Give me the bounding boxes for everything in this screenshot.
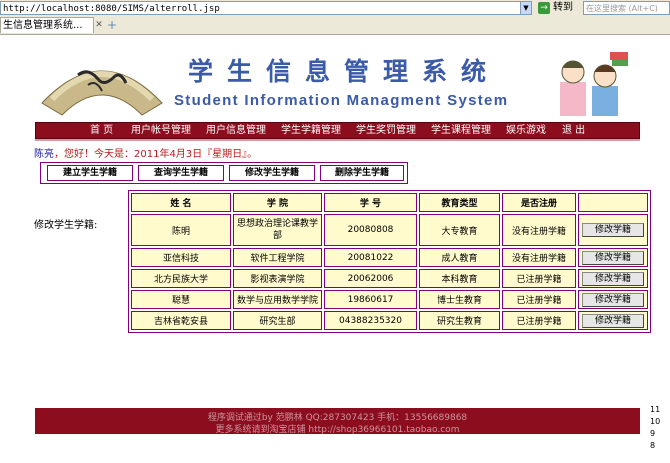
go-label: 转到	[553, 2, 573, 13]
greeting-text: ，您好！今天是：2011年4月3日『星期日』。	[54, 149, 258, 160]
tab-close-icon[interactable]: ✕	[94, 20, 104, 30]
title-chinese: 学生信息管理系统	[188, 57, 501, 86]
fan-logo-icon	[41, 70, 163, 116]
edit-roll-button[interactable]: 修改学籍	[582, 313, 644, 328]
header-registered: 是否注册	[502, 193, 576, 212]
nav-student-roll[interactable]: 学生学籍管理	[281, 123, 341, 139]
table-row: 聪慧 数学与应用数学学院 19860617 博士生教育 已注册学籍 修改学籍	[131, 290, 648, 309]
cell-name: 亚信科技	[131, 248, 231, 267]
create-roll-button[interactable]: 建立学生学籍	[47, 165, 133, 181]
scale-marks: 11 10 9 8	[650, 404, 668, 452]
table-header-row: 姓 名 学 院 学 号 教育类型 是否注册	[131, 193, 648, 212]
scale-mark: 10	[650, 417, 661, 426]
cell-edu: 成人教育	[419, 248, 500, 267]
nav-logout[interactable]: 退 出	[562, 123, 585, 139]
nav-divider	[35, 139, 640, 141]
scale-mark: 11	[650, 405, 661, 414]
table-row: 亚信科技 软件工程学院 20081022 成人教育 没有注册学籍 修改学籍	[131, 248, 648, 267]
footer: 程序调试通过by 范鹏林 QQ:287307423 手机：13556689868…	[35, 408, 640, 435]
cell-registered: 已注册学籍	[502, 269, 576, 288]
new-tab-icon[interactable]: +	[106, 19, 118, 31]
cell-registered: 没有注册学籍	[502, 248, 576, 267]
greeting: 陈亮，您好！今天是：2011年4月3日『星期日』。	[34, 145, 257, 160]
delete-roll-button[interactable]: 删除学生学籍	[320, 165, 404, 181]
cell-edu: 大专教育	[419, 214, 500, 246]
go-button[interactable]: → 转到	[538, 0, 580, 16]
header-name: 姓 名	[131, 193, 231, 212]
nav-user-info[interactable]: 用户信息管理	[206, 123, 266, 139]
cell-id: 20080808	[324, 214, 417, 246]
cell-name: 北方民族大学	[131, 269, 231, 288]
address-bar[interactable]: http://localhost:8080/SIMS/alterroll.jsp	[0, 1, 527, 15]
edit-roll-button[interactable]: 修改学籍	[582, 223, 644, 237]
header-id: 学 号	[324, 193, 417, 212]
header-college: 学 院	[233, 193, 322, 212]
scale-mark: 9	[650, 429, 656, 438]
action-bar: 建立学生学籍 查询学生学籍 修改学生学籍 删除学生学籍	[40, 162, 408, 184]
greeting-user: 陈亮	[34, 149, 54, 160]
cell-name: 聪慧	[131, 290, 231, 309]
cell-id: 19860617	[324, 290, 417, 309]
cell-college: 思想政治理论课教学部	[233, 214, 322, 246]
section-label: 修改学生学籍:	[34, 220, 98, 231]
nav-student-reward[interactable]: 学生奖罚管理	[356, 123, 416, 139]
scale-mark: 8	[650, 441, 656, 450]
cell-college: 数学与应用数学学院	[233, 290, 322, 309]
cell-edu: 研究生教育	[419, 311, 500, 330]
title-english: Student Information Managment System	[174, 92, 509, 109]
students-illustration-icon	[560, 52, 628, 116]
cell-registered: 已注册学籍	[502, 290, 576, 309]
student-roll-table: 姓 名 学 院 学 号 教育类型 是否注册 陈明 思想政治理论课教学部 2008…	[128, 190, 651, 333]
nav-games[interactable]: 娱乐游戏	[506, 123, 546, 139]
nav-home[interactable]: 首 页	[90, 123, 113, 139]
edit-roll-button[interactable]: 修改学籍	[582, 292, 644, 307]
cell-college: 软件工程学院	[233, 248, 322, 267]
cell-action: 修改学籍	[578, 290, 648, 309]
browser-tab[interactable]: 生信息管理系统...	[0, 17, 94, 33]
address-dropdown-icon[interactable]: ▼	[520, 1, 532, 15]
cell-id: 20081022	[324, 248, 417, 267]
cell-registered: 没有注册学籍	[502, 214, 576, 246]
cell-edu: 本科教育	[419, 269, 500, 288]
cell-action: 修改学籍	[578, 248, 648, 267]
cell-id: 20062006	[324, 269, 417, 288]
cell-action: 修改学籍	[578, 269, 648, 288]
header-action	[578, 193, 648, 212]
main-nav: 首 页 用户帐号管理 用户信息管理 学生学籍管理 学生奖罚管理 学生课程管理 娱…	[35, 122, 640, 139]
query-roll-button[interactable]: 查询学生学籍	[138, 165, 224, 181]
cell-name: 陈明	[131, 214, 231, 246]
cell-registered: 已注册学籍	[502, 311, 576, 330]
cell-action: 修改学籍	[578, 214, 648, 246]
footer-line-2: 更多系统请到淘宝店铺 http://shop36966101.taobao.co…	[215, 425, 460, 435]
table-row: 吉林省乾安县 研究生部 04388235320 研究生教育 已注册学籍 修改学籍	[131, 311, 648, 330]
cell-edu: 博士生教育	[419, 290, 500, 309]
cell-college: 影视表演学院	[233, 269, 322, 288]
nav-account[interactable]: 用户帐号管理	[131, 123, 191, 139]
cell-id: 04388235320	[324, 311, 417, 330]
nav-student-course[interactable]: 学生课程管理	[431, 123, 491, 139]
cell-action: 修改学籍	[578, 311, 648, 330]
table-row: 陈明 思想政治理论课教学部 20080808 大专教育 没有注册学籍 修改学籍	[131, 214, 648, 246]
table-row: 北方民族大学 影视表演学院 20062006 本科教育 已注册学籍 修改学籍	[131, 269, 648, 288]
go-arrow-icon: →	[538, 2, 550, 14]
edit-roll-button[interactable]: 修改学籍	[582, 271, 644, 286]
cell-college: 研究生部	[233, 311, 322, 330]
modify-roll-button[interactable]: 修改学生学籍	[229, 165, 315, 181]
cell-name: 吉林省乾安县	[131, 311, 231, 330]
header-edu: 教育类型	[419, 193, 500, 212]
search-box[interactable]: 在这里搜索 (Alt+C)	[583, 1, 670, 15]
edit-roll-button[interactable]: 修改学籍	[582, 250, 644, 265]
